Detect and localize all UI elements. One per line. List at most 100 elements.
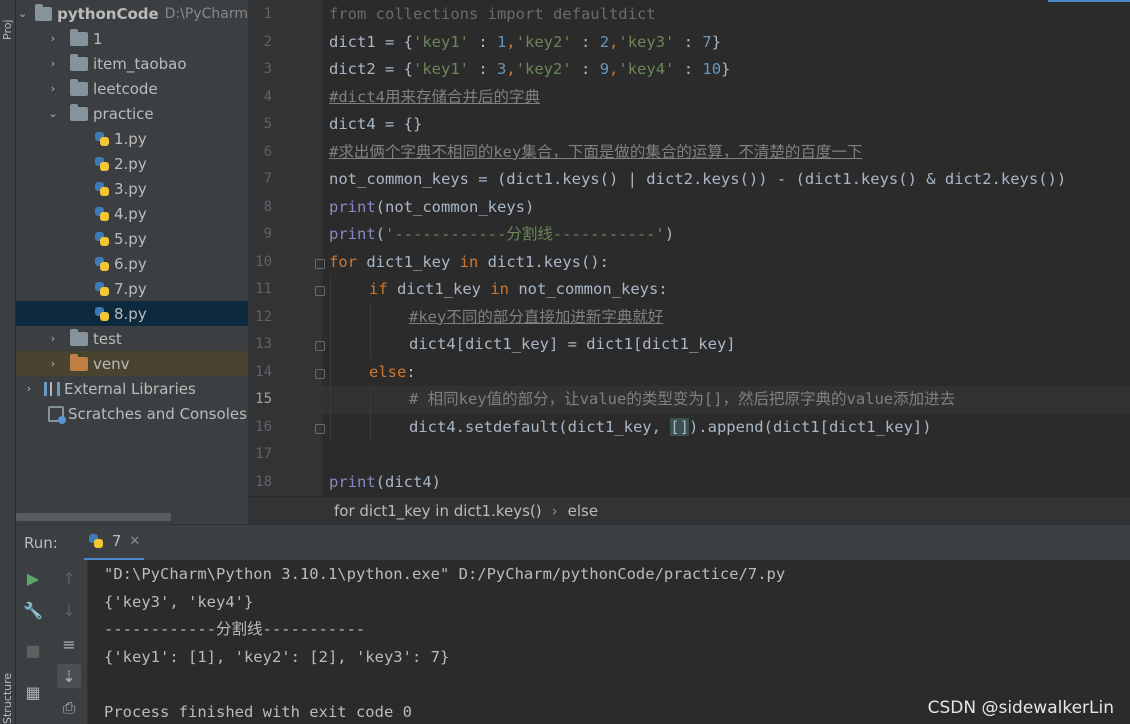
line-number: 5 xyxy=(263,116,272,132)
python-file-icon xyxy=(94,156,110,172)
tree-item-practice[interactable]: ⌄ practice xyxy=(16,101,248,126)
print-icon[interactable]: ⎙ xyxy=(57,696,81,720)
project-panel: ⌄ pythonCode D:\PyCharm › 1 › item_taoba… xyxy=(16,0,248,524)
tree-file-3-py[interactable]: 3.py xyxy=(16,176,248,201)
tree-root-label: pythonCode xyxy=(57,4,159,23)
arrow-down-icon[interactable]: ↓ xyxy=(57,598,81,622)
stop-icon[interactable]: ■ xyxy=(21,638,45,662)
line-number: 17 xyxy=(255,446,272,462)
code-token: ) xyxy=(664,225,675,243)
structure-tool-window-tab[interactable]: Structure xyxy=(0,672,16,724)
tree-file-1-py[interactable]: 1.py xyxy=(16,126,248,151)
code-token: #key不同的部分直接加进新字典就好 xyxy=(409,307,664,326)
code-line-14: else: xyxy=(329,359,416,387)
code-token: not_common_keys: xyxy=(509,280,668,298)
code-token: 7 xyxy=(702,32,712,51)
tree-item-label: test xyxy=(93,329,122,348)
breadcrumb-item[interactable]: for dict1_key in dict1.keys() xyxy=(334,502,542,520)
code-token: '------------分割线-----------' xyxy=(385,225,665,243)
chevron-right-icon[interactable]: › xyxy=(46,332,60,345)
line-number: 12 xyxy=(255,308,272,325)
fold-marker-icon[interactable] xyxy=(315,424,325,434)
scroll-to-end-icon[interactable]: ⇣ xyxy=(57,664,81,688)
tree-item-label: 3.py xyxy=(114,179,147,198)
code-token: 1 xyxy=(497,32,507,51)
play-icon[interactable]: ▶ xyxy=(21,566,45,590)
code-token: 3 xyxy=(497,60,507,78)
code-token: dict1_key xyxy=(357,252,460,271)
code-token: in xyxy=(490,280,509,298)
tree-item-scratches[interactable]: Scratches and Consoles xyxy=(16,401,248,426)
code-line-3: dict2 = {'key1' : 3,'key2' : 9,'key4' : … xyxy=(329,56,730,84)
chevron-down-icon[interactable]: ⌄ xyxy=(46,107,60,120)
code-token: , xyxy=(609,60,619,78)
chevron-right-icon[interactable]: › xyxy=(46,57,60,70)
code-line-9: print('------------分割线-----------') xyxy=(329,221,674,249)
soft-wrap-icon[interactable]: ≡ xyxy=(57,632,81,656)
code-token: 'key2' xyxy=(515,32,572,51)
line-number: 16 xyxy=(255,418,272,435)
chevron-right-icon[interactable]: › xyxy=(46,357,60,370)
chevron-right-icon[interactable]: › xyxy=(22,382,36,395)
line-number: 14 xyxy=(255,363,272,380)
tree-file-8-py[interactable]: 8.py xyxy=(16,301,248,326)
wrench-icon[interactable]: 🔧 xyxy=(21,598,45,622)
code-line-11: if dict1_key in not_common_keys: xyxy=(329,276,668,304)
line-number: 13 xyxy=(255,336,272,352)
project-tool-window-tab[interactable]: Proj xyxy=(0,0,16,40)
tree-file-2-py[interactable]: 2.py xyxy=(16,151,248,176)
tree-root[interactable]: ⌄ pythonCode D:\PyCharm xyxy=(16,1,248,26)
fold-marker-icon[interactable] xyxy=(315,259,325,269)
chevron-right-icon[interactable]: › xyxy=(46,32,60,45)
code-token: (dict4) xyxy=(375,472,441,491)
python-file-icon xyxy=(88,533,104,549)
code-editor[interactable]: 1 2 3 4 5 6 7 8 9 10 11 12 13 14 15 16 1… xyxy=(248,0,1130,496)
console-line: "D:\PyCharm\Python 3.10.1\python.exe" D:… xyxy=(104,565,786,583)
tree-item-label: 5.py xyxy=(114,229,147,248)
console-line: Process finished with exit code 0 xyxy=(104,702,412,721)
code-token: 'key1' xyxy=(413,32,469,51)
folder-icon xyxy=(70,103,88,121)
tree-file-6-py[interactable]: 6.py xyxy=(16,251,248,276)
fold-marker-icon[interactable] xyxy=(315,286,325,296)
code-token: 'key1' xyxy=(413,60,469,78)
code-token: print xyxy=(329,225,376,243)
project-horizontal-scrollbar[interactable] xyxy=(16,513,171,521)
code-token: dict2 = { xyxy=(329,60,413,78)
code-token: 'key2' xyxy=(515,60,572,78)
chevron-down-icon[interactable]: ⌄ xyxy=(16,7,29,20)
left-tool-strip: Proj Structure xyxy=(0,0,16,724)
tree-item-external-libraries[interactable]: › External Libraries xyxy=(16,376,248,401)
chevron-right-icon[interactable]: › xyxy=(46,82,60,95)
close-icon[interactable]: ✕ xyxy=(129,534,140,549)
tree-item-venv[interactable]: › venv xyxy=(16,351,248,376)
code-token: #求出俩个字典不相同的key集合，下面是做的集合的运算，不清楚的百度一下 xyxy=(329,142,863,161)
fold-marker-icon[interactable] xyxy=(315,341,325,351)
tree-file-7-py[interactable]: 7.py xyxy=(16,276,248,301)
tree-item-leetcode[interactable]: › leetcode xyxy=(16,76,248,101)
arrow-up-icon[interactable]: ↑ xyxy=(57,566,81,590)
run-console[interactable]: "D:\PyCharm\Python 3.10.1\python.exe" D:… xyxy=(88,560,1130,724)
scroll-marker xyxy=(1048,0,1130,2)
library-icon xyxy=(44,381,60,396)
line-number: 1 xyxy=(263,6,272,22)
tree-item-1[interactable]: › 1 xyxy=(16,26,248,51)
line-number-current: 15 xyxy=(255,391,272,407)
tree-item-label: 8.py xyxy=(114,304,147,323)
tree-item-item-taobao[interactable]: › item_taobao xyxy=(16,51,248,76)
fold-marker-icon[interactable] xyxy=(315,369,325,379)
code-token: : xyxy=(469,60,497,78)
breadcrumb-item[interactable]: else xyxy=(568,502,598,520)
tree-item-label: 2.py xyxy=(114,154,147,173)
tree-file-4-py[interactable]: 4.py xyxy=(16,201,248,226)
code-line-4: #dict4用来存储合并后的字典 xyxy=(329,84,540,112)
code-token: } xyxy=(711,32,722,51)
tree-file-5-py[interactable]: 5.py xyxy=(16,226,248,251)
tree-item-label: 7.py xyxy=(114,279,147,298)
layout-icon[interactable]: ▦ xyxy=(21,680,45,704)
run-tab[interactable]: 7 ✕ xyxy=(83,525,145,561)
code-line-15: # 相同key值的部分，让value的类型变为[]，然后把原字典的value添加… xyxy=(329,386,955,414)
breadcrumb: for dict1_key in dict1.keys() › else xyxy=(248,496,1130,524)
tree-item-test[interactable]: › test xyxy=(16,326,248,351)
folder-icon xyxy=(70,328,88,346)
